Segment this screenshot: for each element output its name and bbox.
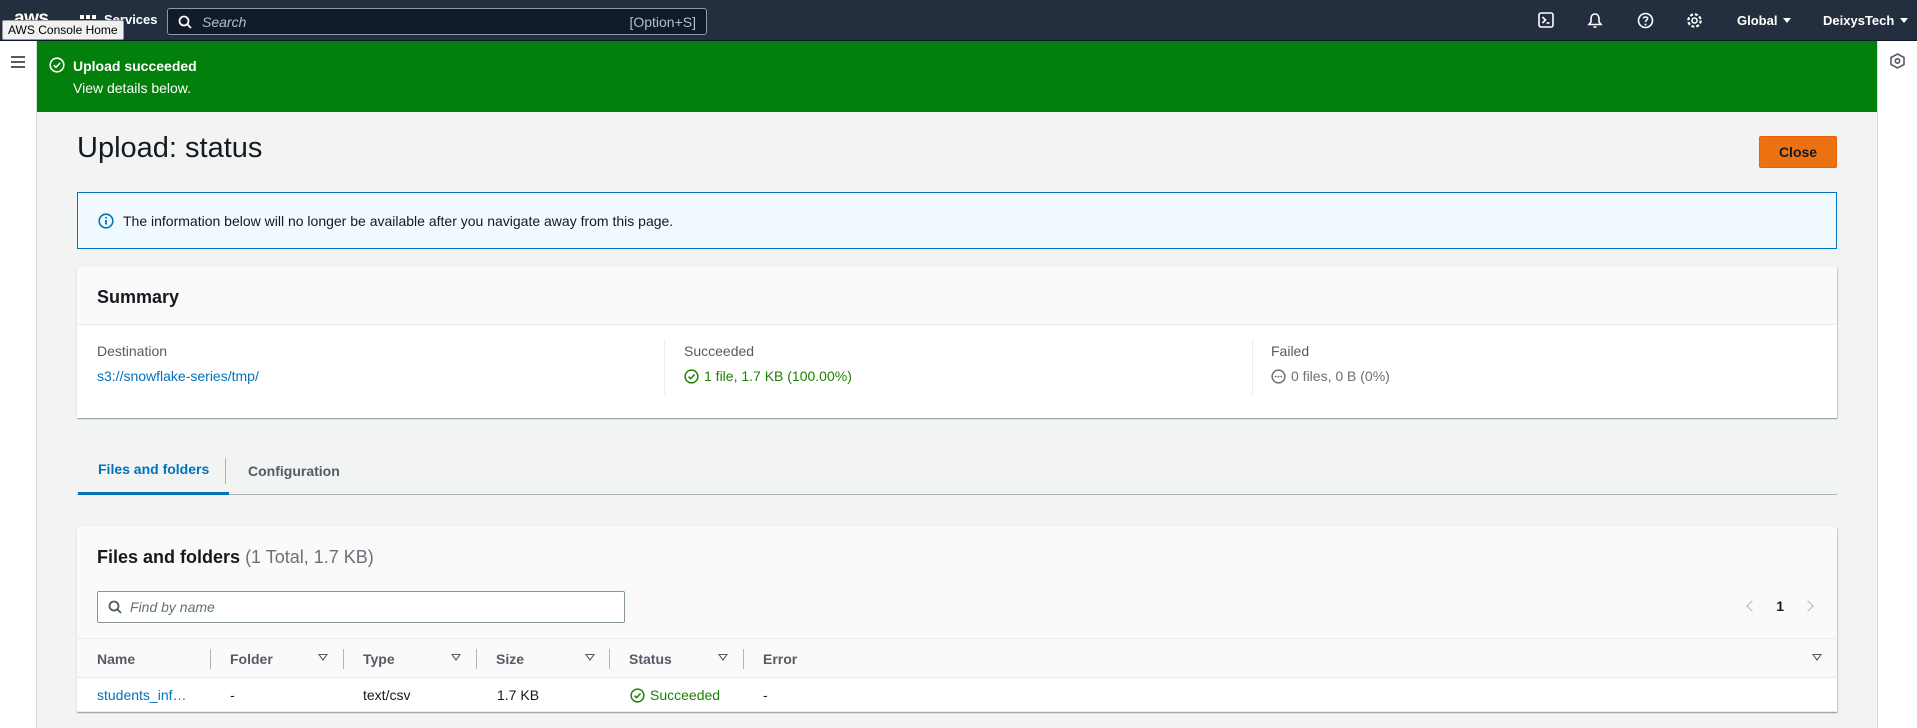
summary-container: Summary Destination s3://snowflake-serie…	[77, 267, 1837, 418]
page-number[interactable]: 1	[1776, 598, 1784, 614]
pagination: 1	[1746, 598, 1814, 614]
files-table-container: Files and folders (1 Total, 1.7 KB) 1 Na…	[77, 527, 1837, 712]
files-title: Files and folders (1 Total, 1.7 KB)	[97, 547, 374, 568]
success-flashbar: Upload succeeded View details below.	[37, 41, 1877, 112]
search-placeholder: Search	[202, 13, 247, 30]
failed-value: 0 files, 0 B (0%)	[1291, 368, 1390, 384]
find-by-name-field[interactable]	[97, 591, 625, 623]
file-name-link[interactable]: students_inf…	[97, 678, 187, 712]
destination-label: Destination	[97, 343, 168, 359]
tab-files-and-folders[interactable]: Files and folders	[78, 446, 230, 495]
account-menu[interactable]: DeixysTech	[1823, 13, 1909, 28]
files-count: (1 Total, 1.7 KB)	[245, 547, 374, 567]
column-divider[interactable]	[609, 649, 610, 669]
file-status: Succeeded	[630, 678, 720, 712]
success-check-icon	[49, 57, 65, 73]
help-icon[interactable]	[1637, 12, 1654, 34]
succeeded-section: Succeeded 1 file, 1.7 KB (100.00%)	[684, 343, 1244, 384]
failed-section: Failed 0 files, 0 B (0%)	[1271, 343, 1831, 384]
info-alert: The information below will no longer be …	[77, 192, 1837, 249]
region-selector[interactable]: Global	[1737, 13, 1792, 28]
summary-title: Summary	[77, 267, 1837, 325]
flash-description: View details below.	[73, 80, 192, 96]
sort-caret-icon[interactable]	[318, 654, 328, 661]
failed-label: Failed	[1271, 343, 1310, 359]
file-error: -	[763, 687, 768, 703]
menu-icon[interactable]	[11, 56, 25, 71]
sort-caret-icon[interactable]	[718, 654, 728, 661]
column-divider[interactable]	[476, 649, 477, 669]
sort-caret-icon[interactable]	[1812, 654, 1822, 661]
flash-title: Upload succeeded	[73, 58, 197, 74]
succeeded-label: Succeeded	[684, 343, 755, 359]
file-type: text/csv	[363, 687, 411, 703]
page-title: Upload: status	[77, 132, 263, 164]
right-rail	[1877, 41, 1917, 728]
column-divider	[664, 339, 665, 395]
column-divider[interactable]	[210, 649, 211, 669]
sort-caret-icon[interactable]	[585, 654, 595, 661]
destination-link[interactable]: s3://snowflake-series/tmp/	[97, 368, 657, 384]
cloudshell-icon[interactable]	[1538, 12, 1554, 33]
info-text: The information below will no longer be …	[123, 212, 674, 229]
file-status-text: Succeeded	[650, 687, 721, 703]
success-check-icon	[684, 368, 699, 384]
column-divider[interactable]	[743, 649, 744, 669]
column-header-status[interactable]: Status	[629, 639, 672, 679]
table-row: students_inf… - text/csv 1.7 KB Succeede…	[77, 678, 1837, 712]
tab-configuration[interactable]: Configuration	[248, 446, 340, 495]
file-folder: -	[230, 687, 235, 703]
destination-section: Destination s3://snowflake-series/tmp/	[97, 343, 657, 384]
chevron-left-icon[interactable]	[1746, 600, 1758, 612]
tab-divider	[225, 458, 226, 484]
succeeded-value: 1 file, 1.7 KB (100.00%)	[704, 368, 852, 384]
caret-down-icon	[1783, 18, 1792, 23]
close-button[interactable]: Close	[1759, 136, 1837, 168]
hexagon-settings-icon[interactable]	[1890, 53, 1905, 69]
file-size: 1.7 KB	[497, 687, 540, 703]
column-divider[interactable]	[343, 649, 344, 669]
top-navigation: aws AWS Console Home Services Search [Op…	[0, 0, 1917, 41]
table-header-row: Name Folder Type Size Status Error	[77, 638, 1837, 678]
ellipsis-circle-icon	[1271, 368, 1286, 384]
sort-caret-icon[interactable]	[451, 654, 461, 661]
search-shortcut: [Option+S]	[629, 13, 696, 30]
column-header-size[interactable]: Size	[496, 639, 524, 679]
global-search-input[interactable]: Search [Option+S]	[167, 8, 707, 35]
files-title-text: Files and folders	[97, 547, 241, 567]
info-icon	[98, 212, 114, 229]
tab-list: Files and folders Configuration	[77, 446, 1837, 495]
bell-icon[interactable]	[1587, 12, 1603, 34]
console-home-tooltip: AWS Console Home	[2, 20, 124, 40]
success-check-icon	[630, 687, 645, 703]
search-icon	[178, 15, 192, 29]
column-header-name[interactable]: Name	[97, 639, 135, 679]
search-icon	[108, 600, 122, 614]
find-by-name-input[interactable]	[130, 599, 610, 615]
region-label: Global	[1737, 13, 1778, 28]
account-label: DeixysTech	[1823, 13, 1895, 28]
column-divider	[1252, 339, 1253, 395]
column-header-folder[interactable]: Folder	[230, 639, 273, 679]
column-header-type[interactable]: Type	[363, 639, 395, 679]
gear-icon[interactable]	[1686, 12, 1703, 34]
left-rail	[0, 41, 37, 728]
chevron-right-icon[interactable]	[1802, 600, 1814, 612]
caret-down-icon	[1900, 18, 1909, 23]
column-header-error[interactable]: Error	[763, 639, 797, 679]
